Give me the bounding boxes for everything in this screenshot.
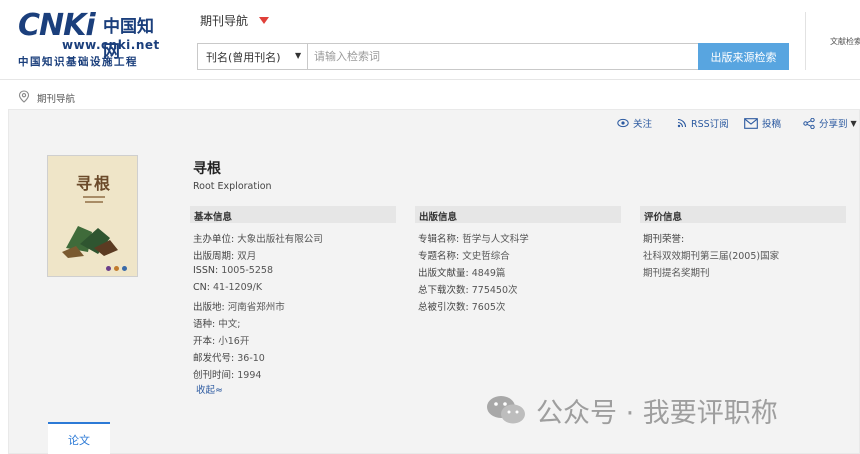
share-icon — [803, 117, 815, 129]
share-label: 分享到 — [819, 119, 848, 130]
journal-english-title: Root Exploration — [193, 181, 272, 192]
info-row: 主办单位: 大象出版社有限公司 — [193, 234, 323, 245]
share-caret-icon: ▼ — [850, 118, 857, 128]
breadcrumb-item-journal-nav[interactable]: 期刊导航 — [37, 91, 75, 105]
journal-cover-image: 寻根 — [47, 155, 138, 277]
journal-nav-menu[interactable]: 期刊导航 — [200, 12, 248, 29]
submit-manuscript-button[interactable]: 投稿 — [744, 116, 781, 130]
search-input[interactable] — [310, 44, 696, 69]
info-row: 出版周期: 双月 — [193, 251, 257, 262]
cnki-logo[interactable]: CNKi 中国知网 www.cnki.net 中国知识基础设施工程 — [18, 8, 168, 68]
cover-decoration — [85, 201, 103, 203]
info-row: 专辑名称: 哲学与人文科学 — [418, 234, 529, 245]
logo-subtitle: 中国知识基础设施工程 — [18, 56, 138, 68]
follow-button[interactable]: 关注 — [617, 116, 652, 130]
honor-label: 期刊荣誉: — [643, 234, 685, 245]
search-bar: 刊名(曾用刊名) ▼ 出版来源检索 — [197, 43, 789, 70]
search-field-select-value: 刊名(曾用刊名) — [206, 51, 281, 64]
location-pin-icon — [18, 90, 30, 103]
follow-label: 关注 — [633, 119, 653, 130]
info-row: 语种: 中文; — [193, 319, 241, 330]
logo-url: www.cnki.net — [62, 38, 160, 52]
info-row: ISSN: 1005-5258 — [193, 265, 273, 276]
cover-artwork — [62, 226, 118, 258]
caret-down-icon[interactable] — [259, 17, 269, 24]
wechat-icon — [487, 396, 525, 424]
cover-decoration — [122, 266, 127, 271]
info-row: 出版地: 河南省郑州市 — [193, 302, 285, 313]
info-row: CN: 41-1209/K — [193, 282, 263, 293]
evaluation-info-heading: 评价信息 — [640, 206, 846, 223]
watermark-text: 公众号 · 我要评职称 — [536, 397, 778, 429]
info-row: 总被引次数: 7605次 — [418, 302, 506, 313]
breadcrumb — [0, 81, 860, 111]
info-row: 专题名称: 文史哲综合 — [418, 251, 510, 262]
honor-item: 社科双效期刊第三届(2005)国家 — [643, 251, 780, 262]
info-row: 邮发代号: 36-10 — [193, 353, 265, 364]
literature-search-link[interactable]: 文献检索 — [830, 36, 860, 47]
search-button[interactable]: 出版来源检索 — [698, 43, 789, 70]
eye-icon — [617, 118, 629, 128]
share-button[interactable]: 分享到 ▼ — [803, 116, 857, 130]
collapse-link[interactable]: 收起≈ — [196, 382, 223, 396]
basic-info-heading: 基本信息 — [190, 206, 396, 223]
header-divider — [805, 12, 806, 70]
mail-icon — [744, 117, 758, 129]
tab-papers[interactable]: 论文 — [48, 422, 110, 454]
cover-decoration — [106, 266, 111, 271]
honor-item: 期刊提名奖期刊 — [643, 268, 710, 279]
info-row: 出版文献量: 4849篇 — [418, 268, 506, 279]
info-row: 开本: 小16开 — [193, 336, 250, 347]
site-header: CNKi 中国知网 www.cnki.net 中国知识基础设施工程 期刊导航 刊… — [0, 0, 860, 80]
watermark: 公众号 · 我要评职称 — [486, 390, 778, 430]
search-field-select[interactable]: 刊名(曾用刊名) ▼ — [198, 44, 308, 69]
cover-title: 寻根 — [76, 174, 113, 193]
info-row: 总下载次数: 775450次 — [418, 285, 518, 296]
submit-label: 投稿 — [762, 119, 782, 130]
info-row: 创刊时间: 1994 — [193, 370, 262, 381]
rss-icon — [677, 118, 687, 128]
rss-label: RSS订阅 — [691, 119, 729, 130]
publish-info-heading: 出版信息 — [415, 206, 621, 223]
journal-title: 寻根 — [193, 161, 221, 177]
rss-subscribe-button[interactable]: RSS订阅 — [677, 116, 729, 130]
cover-decoration — [114, 266, 119, 271]
dropdown-arrow-icon: ▼ — [295, 51, 302, 60]
cover-decoration — [83, 196, 105, 198]
